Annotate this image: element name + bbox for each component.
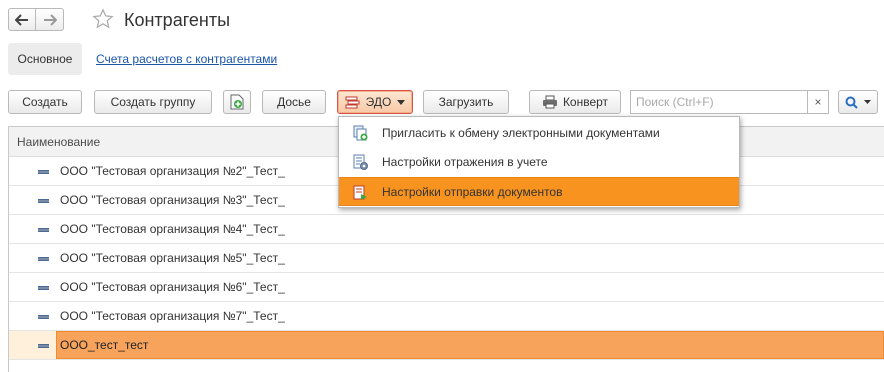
item-icon <box>38 199 49 203</box>
chevron-down-icon <box>397 99 406 105</box>
table-row[interactable]: ООО "Тестовая организация №4"_Тест_ <box>9 215 884 244</box>
tab-main[interactable]: Основное <box>8 43 82 75</box>
envelope-label: Конверт <box>562 95 609 109</box>
table-row[interactable]: ООО "Тестовая организация №6"_Тест_ <box>9 273 884 302</box>
menu-item-send-settings[interactable]: Настройки отправки документов <box>339 177 739 206</box>
envelope-button[interactable]: Конверт <box>529 90 621 114</box>
edo-dropdown-menu: Пригласить к обмену электронными докумен… <box>338 116 740 208</box>
row-name: ООО "Тестовая организация №4"_Тест_ <box>60 222 285 236</box>
search-input[interactable] <box>630 90 808 114</box>
menu-item-label: Настройки отражения в учете <box>382 154 548 169</box>
item-icon <box>38 228 49 232</box>
page-title: Контрагенты <box>124 10 231 30</box>
search-button[interactable] <box>838 90 878 114</box>
item-icon <box>38 286 49 290</box>
dossier-button[interactable]: Досье <box>262 90 326 114</box>
add-document-button[interactable] <box>223 90 251 114</box>
edo-icon <box>345 96 360 109</box>
invite-icon <box>353 125 368 141</box>
printer-icon <box>542 95 557 109</box>
row-name: ООО "Тестовая организация №6"_Тест_ <box>60 280 285 294</box>
arrow-left-icon <box>15 13 28 26</box>
row-name: ООО_тест_тест <box>60 338 149 352</box>
menu-item-reflect[interactable]: Настройки отражения в учете <box>339 147 739 176</box>
forward-button[interactable] <box>36 8 64 31</box>
arrow-right-icon <box>43 13 57 26</box>
item-icon <box>38 344 49 348</box>
item-icon <box>38 315 49 319</box>
table-row-selected[interactable]: ООО_тест_тест <box>9 331 884 360</box>
add-document-icon <box>230 94 244 110</box>
back-button[interactable] <box>8 8 36 31</box>
load-button[interactable]: Загрузить <box>423 90 509 114</box>
tab-accounts[interactable]: Счета расчетов с контрагентами <box>96 52 277 66</box>
edo-button[interactable]: ЭДО <box>337 90 413 114</box>
star-icon[interactable] <box>92 8 114 30</box>
row-name: ООО "Тестовая организация №5"_Тест_ <box>60 251 285 265</box>
row-name: ООО "Тестовая организация №3"_Тест_ <box>60 193 285 207</box>
row-name: ООО "Тестовая организация №2"_Тест_ <box>60 164 285 178</box>
item-icon <box>38 257 49 261</box>
search-icon <box>845 96 858 109</box>
create-button[interactable]: Создать <box>8 90 82 114</box>
edo-label: ЭДО <box>365 95 392 109</box>
menu-item-label: Пригласить к обмену электронными докумен… <box>382 125 660 140</box>
item-icon <box>38 170 49 174</box>
menu-item-invite[interactable]: Пригласить к обмену электронными докумен… <box>339 118 739 147</box>
table-row[interactable]: ООО "Тестовая организация №7"_Тест_ <box>9 302 884 331</box>
menu-item-label: Настройки отправки документов <box>382 184 563 199</box>
table-row[interactable]: ООО "Тестовая организация №5"_Тест_ <box>9 244 884 273</box>
settings-icon <box>353 154 368 170</box>
send-settings-icon <box>353 185 367 200</box>
chevron-down-icon <box>864 100 871 104</box>
row-name: ООО "Тестовая организация №7"_Тест_ <box>60 309 285 323</box>
search-clear-button[interactable]: × <box>807 90 829 114</box>
create-group-button[interactable]: Создать группу <box>94 90 212 114</box>
selected-cell <box>56 331 884 359</box>
